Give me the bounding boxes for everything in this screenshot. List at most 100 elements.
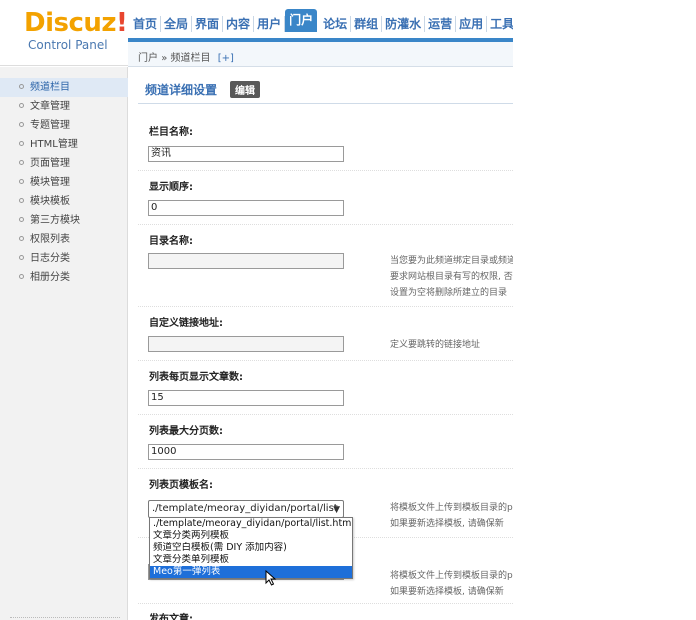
channel-name-label: 栏目名称:	[149, 127, 193, 138]
bullet-icon	[19, 141, 24, 146]
topnav-item-content[interactable]: 内容	[223, 16, 255, 32]
topnav-item-antispam[interactable]: 防灌水	[382, 16, 426, 32]
row-divider	[138, 414, 513, 415]
bullet-icon	[19, 160, 24, 165]
sidebar-item-blocks[interactable]: 模块管理	[0, 173, 128, 192]
bullet-icon	[19, 217, 24, 222]
topnav-item-global[interactable]: 全局	[161, 16, 193, 32]
sidebar-item-label: 页面管理	[30, 158, 70, 169]
dropdown-option[interactable]: 文章分类单列模板	[150, 554, 352, 566]
breadcrumb-add-link[interactable]: [+]	[218, 53, 234, 64]
topnav-item-tools[interactable]: 工具	[487, 16, 513, 32]
mouse-cursor-icon	[265, 570, 277, 586]
directory-name-input[interactable]	[148, 253, 344, 269]
publish-article-label: 发布文章:	[149, 614, 193, 620]
logo-mark: !	[116, 8, 128, 38]
dropdown-option[interactable]: ./template/meoray_diyidan/portal/list.ht…	[150, 518, 352, 530]
row-divider	[138, 224, 513, 225]
logo[interactable]: Discuz!	[24, 8, 128, 38]
custom-link-tip: 定义要跳转的链接地址	[390, 340, 481, 350]
breadcrumb-separator: »	[161, 53, 168, 64]
topnav-item-apps[interactable]: 应用	[456, 16, 488, 32]
breadcrumb-root[interactable]: 门户	[138, 53, 158, 64]
row-divider	[138, 170, 513, 171]
dropdown-option-selected[interactable]: Meo第一弹列表	[150, 566, 352, 578]
sidebar-item-label: 专题管理	[30, 120, 70, 131]
chevron-down-icon: ▼	[333, 505, 340, 515]
subnav-bar: 门户 » 频道栏目 [+]	[128, 42, 513, 67]
sidebar-item-third-party-blocks[interactable]: 第三方模块	[0, 211, 128, 230]
edit-button[interactable]: 编辑	[230, 81, 260, 98]
sidebar-item-permissions[interactable]: 权限列表	[0, 230, 128, 249]
directory-tip-line-3: 设置为空将删除所建立的目录	[390, 288, 508, 298]
sidebar-item-topics[interactable]: 专题管理	[0, 116, 128, 135]
list-template-label: 列表页模板名:	[149, 480, 213, 491]
channel-name-input[interactable]: 资讯	[148, 146, 344, 162]
topnav-item-portal[interactable]: 门户	[285, 9, 318, 32]
sidebar-item-blog-categories[interactable]: 日志分类	[0, 249, 128, 268]
sidebar-item-block-templates[interactable]: 模块模板	[0, 192, 128, 211]
logo-area: Discuz! Control Panel	[0, 0, 128, 66]
row-divider	[138, 306, 513, 307]
sidebar-item-channel[interactable]: 频道栏目	[0, 78, 128, 97]
display-order-label: 显示顺序:	[149, 182, 193, 193]
topnav-item-groups[interactable]: 群组	[351, 16, 383, 32]
sidebar-item-label: 文章管理	[30, 101, 70, 112]
directory-tip-line-1: 当您要为此频道绑定目录或频道	[390, 256, 513, 266]
bullet-icon	[19, 255, 24, 260]
per-page-label: 列表每页显示文章数:	[149, 372, 243, 383]
article-template-tip-line-1: 将模板文件上传到模板目录的p	[390, 571, 513, 581]
row-divider	[138, 360, 513, 361]
max-pages-label: 列表最大分页数:	[149, 426, 223, 437]
list-template-select[interactable]: ./template/meoray_diyidan/portal/list ▼	[148, 500, 344, 518]
breadcrumb-current: 频道栏目	[170, 53, 211, 64]
sidebar-item-label: 模块模板	[30, 196, 70, 207]
topnav-item-interface[interactable]: 界面	[192, 16, 224, 32]
sidebar-item-label: HTML管理	[30, 139, 78, 150]
sidebar: 频道栏目 文章管理 专题管理 HTML管理 页面管理 模块管理 模块模板 第三方…	[0, 67, 128, 620]
bullet-icon	[19, 274, 24, 279]
directory-name-label: 目录名称:	[149, 236, 193, 247]
sidebar-item-html[interactable]: HTML管理	[0, 135, 128, 154]
sidebar-item-pages[interactable]: 页面管理	[0, 154, 128, 173]
custom-link-input[interactable]	[148, 336, 344, 352]
dropdown-option[interactable]: 频道空白模板(需 DIY 添加内容)	[150, 542, 352, 554]
list-template-selected-value: ./template/meoray_diyidan/portal/list	[152, 503, 338, 514]
sidebar-item-articles[interactable]: 文章管理	[0, 97, 128, 116]
directory-tip-line-2: 要求网站根目录有写的权限, 否	[390, 272, 513, 282]
topnav-item-users[interactable]: 用户	[254, 16, 286, 32]
list-template-tip-line-1: 将模板文件上传到模板目录的p	[390, 503, 513, 513]
sidebar-item-label: 日志分类	[30, 253, 70, 264]
bullet-icon	[19, 122, 24, 127]
sidebar-item-label: 权限列表	[30, 234, 70, 245]
article-template-tip-line-2: 如果要新选择模板, 请确保新	[390, 587, 504, 597]
viewport: Discuz! Control Panel 首页 全局 界面 内容 用户 门户 …	[0, 0, 513, 620]
sidebar-item-label: 相册分类	[30, 272, 70, 283]
sidebar-item-album-categories[interactable]: 相册分类	[0, 268, 128, 287]
list-template-dropdown: ./template/meoray_diyidan/portal/list.ht…	[149, 517, 353, 579]
row-divider	[138, 603, 513, 604]
bullet-icon	[19, 236, 24, 241]
dropdown-option[interactable]: 文章分类两列模板	[150, 530, 352, 542]
bullet-icon	[19, 198, 24, 203]
bullet-icon	[19, 84, 24, 89]
sidebar-item-label: 模块管理	[30, 177, 70, 188]
section-title: 频道详细设置	[145, 83, 218, 97]
custom-link-label: 自定义链接地址:	[149, 318, 223, 329]
sidebar-item-label: 第三方模块	[30, 215, 80, 226]
breadcrumb: 门户 » 频道栏目 [+]	[138, 49, 234, 64]
list-template-tip-line-2: 如果要新选择模板, 请确保新	[390, 519, 504, 529]
bullet-icon	[19, 103, 24, 108]
top-navigation: 首页 全局 界面 内容 用户 门户 论坛 群组 防灌水 运营 应用 工具 站	[128, 0, 513, 42]
max-pages-input[interactable]: 1000	[148, 444, 344, 460]
logo-brand: Discuz	[24, 8, 117, 38]
title-divider	[138, 103, 513, 104]
row-divider	[138, 468, 513, 469]
display-order-input[interactable]: 0	[148, 200, 344, 216]
per-page-input[interactable]: 15	[148, 390, 344, 406]
topnav-item-forum[interactable]: 论坛	[320, 16, 352, 32]
topnav-item-operations[interactable]: 运营	[425, 16, 457, 32]
logo-subtitle: Control Panel	[28, 38, 108, 52]
bullet-icon	[19, 179, 24, 184]
topnav-item-home[interactable]: 首页	[130, 16, 162, 32]
